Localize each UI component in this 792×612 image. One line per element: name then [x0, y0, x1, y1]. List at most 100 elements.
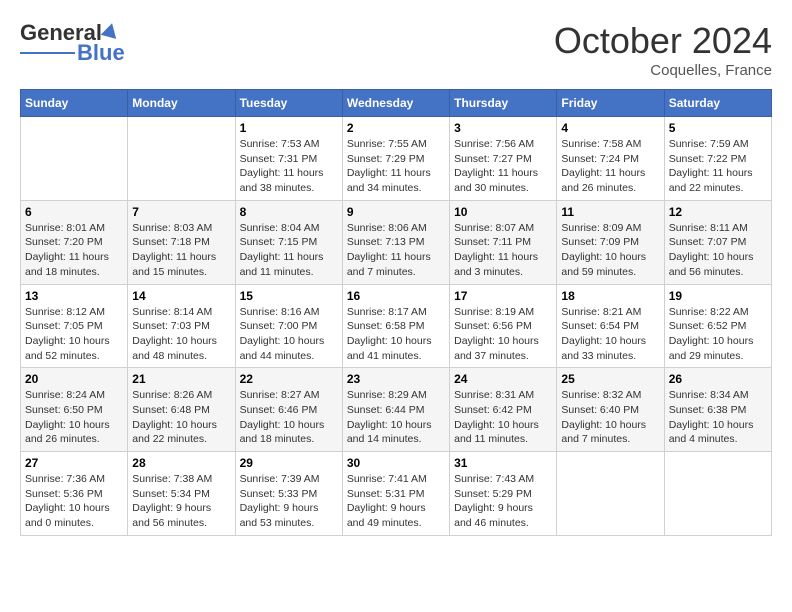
calendar-cell: 12Sunrise: 8:11 AMSunset: 7:07 PMDayligh… — [664, 200, 771, 284]
day-number: 8 — [240, 205, 338, 219]
day-info: Sunrise: 7:59 AMSunset: 7:22 PMDaylight:… — [669, 137, 767, 196]
calendar-cell: 11 Sunrise: 8:09 AMSunset: 7:09 PMDayligh… — [557, 200, 664, 284]
calendar-week-3: 13Sunrise: 8:12 AMSunset: 7:05 PMDayligh… — [21, 284, 772, 368]
calendar-cell: 9Sunrise: 8:06 AMSunset: 7:13 PMDaylight… — [342, 200, 449, 284]
day-number: 19 — [669, 289, 767, 303]
calendar-cell: 27 Sunrise: 7:36 AMSunset: 5:36 PMDayligh… — [21, 452, 128, 536]
day-number: 5 — [669, 121, 767, 135]
calendar-cell: 22 Sunrise: 8:27 AMSunset: 6:46 PMDayligh… — [235, 368, 342, 452]
day-number: 11 — [561, 205, 659, 219]
calendar-header-row: Sunday Monday Tuesday Wednesday Thursday… — [21, 90, 772, 117]
col-thursday: Thursday — [450, 90, 557, 117]
day-number: 30 — [347, 456, 445, 470]
day-number: 2 — [347, 121, 445, 135]
calendar-cell: 23 Sunrise: 8:29 AMSunset: 6:44 PMDayligh… — [342, 368, 449, 452]
day-number: 21 — [132, 372, 230, 386]
day-number: 1 — [240, 121, 338, 135]
calendar-cell — [128, 117, 235, 201]
col-saturday: Saturday — [664, 90, 771, 117]
day-number: 18 — [561, 289, 659, 303]
day-info: Sunrise: 7:58 AMSunset: 7:24 PMDaylight:… — [561, 137, 659, 196]
day-info: Sunrise: 7:53 AMSunset: 7:31 PMDaylight:… — [240, 137, 338, 196]
col-sunday: Sunday — [21, 90, 128, 117]
day-number: 23 — [347, 372, 445, 386]
day-number: 6 — [25, 205, 123, 219]
day-info: Sunrise: 8:19 AMSunset: 6:56 PMDaylight:… — [454, 305, 552, 364]
calendar-cell — [21, 117, 128, 201]
day-number: 14 — [132, 289, 230, 303]
col-friday: Friday — [557, 90, 664, 117]
day-info: Sunrise: 8:03 AMSunset: 7:18 PMDaylight:… — [132, 221, 230, 280]
calendar-cell: 20Sunrise: 8:24 AMSunset: 6:50 PMDayligh… — [21, 368, 128, 452]
day-info: Sunrise: 7:41 AMSunset: 5:31 PMDaylight:… — [347, 472, 445, 531]
day-info: Sunrise: 8:34 AMSunset: 6:38 PMDaylight:… — [669, 388, 767, 447]
day-number: 25 — [561, 372, 659, 386]
calendar-cell: 26Sunrise: 8:34 AMSunset: 6:38 PMDayligh… — [664, 368, 771, 452]
day-info: Sunrise: 8:07 AMSunset: 7:11 PMDaylight:… — [454, 221, 552, 280]
calendar-cell: 16 Sunrise: 8:17 AMSunset: 6:58 PMDayligh… — [342, 284, 449, 368]
calendar-cell: 24 Sunrise: 8:31 AMSunset: 6:42 PMDayligh… — [450, 368, 557, 452]
calendar-cell: 3Sunrise: 7:56 AMSunset: 7:27 PMDaylight… — [450, 117, 557, 201]
day-info: Sunrise: 7:38 AMSunset: 5:34 PMDaylight:… — [132, 472, 230, 531]
calendar-cell: 28Sunrise: 7:38 AMSunset: 5:34 PMDayligh… — [128, 452, 235, 536]
day-info: Sunrise: 7:56 AMSunset: 7:27 PMDaylight:… — [454, 137, 552, 196]
day-number: 22 — [240, 372, 338, 386]
day-info: Sunrise: 8:09 AMSunset: 7:09 PMDaylight:… — [561, 221, 659, 280]
day-info: Sunrise: 8:29 AMSunset: 6:44 PMDaylight:… — [347, 388, 445, 447]
day-info: Sunrise: 7:39 AMSunset: 5:33 PMDaylight:… — [240, 472, 338, 531]
calendar-cell: 14 Sunrise: 8:14 AMSunset: 7:03 PMDayligh… — [128, 284, 235, 368]
calendar-cell: 21 Sunrise: 8:26 AMSunset: 6:48 PMDayligh… — [128, 368, 235, 452]
calendar-table: Sunday Monday Tuesday Wednesday Thursday… — [20, 89, 772, 536]
calendar-cell: 30 Sunrise: 7:41 AMSunset: 5:31 PMDayligh… — [342, 452, 449, 536]
day-number: 12 — [669, 205, 767, 219]
day-number: 27 — [25, 456, 123, 470]
calendar-cell: 4 Sunrise: 7:58 AMSunset: 7:24 PMDaylight… — [557, 117, 664, 201]
day-info: Sunrise: 8:26 AMSunset: 6:48 PMDaylight:… — [132, 388, 230, 447]
calendar-cell: 2 Sunrise: 7:55 AMSunset: 7:29 PMDaylight… — [342, 117, 449, 201]
day-number: 24 — [454, 372, 552, 386]
day-info: Sunrise: 7:36 AMSunset: 5:36 PMDaylight:… — [25, 472, 123, 531]
day-number: 17 — [454, 289, 552, 303]
day-info: Sunrise: 8:01 AMSunset: 7:20 PMDaylight:… — [25, 221, 123, 280]
page-header: General Blue October 2024 Coquelles, Fra… — [20, 20, 772, 79]
day-info: Sunrise: 8:22 AMSunset: 6:52 PMDaylight:… — [669, 305, 767, 364]
calendar-cell: 13Sunrise: 8:12 AMSunset: 7:05 PMDayligh… — [21, 284, 128, 368]
calendar-cell: 1 Sunrise: 7:53 AMSunset: 7:31 PMDaylight… — [235, 117, 342, 201]
day-info: Sunrise: 8:17 AMSunset: 6:58 PMDaylight:… — [347, 305, 445, 364]
logo-blue-text: Blue — [77, 40, 125, 66]
day-number: 4 — [561, 121, 659, 135]
title-block: October 2024 Coquelles, France — [554, 20, 772, 79]
calendar-cell: 15Sunrise: 8:16 AMSunset: 7:00 PMDayligh… — [235, 284, 342, 368]
day-info: Sunrise: 7:55 AMSunset: 7:29 PMDaylight:… — [347, 137, 445, 196]
calendar-cell: 25Sunrise: 8:32 AMSunset: 6:40 PMDayligh… — [557, 368, 664, 452]
calendar-cell: 7Sunrise: 8:03 AMSunset: 7:18 PMDaylight… — [128, 200, 235, 284]
day-number: 20 — [25, 372, 123, 386]
calendar-cell: 10Sunrise: 8:07 AMSunset: 7:11 PMDayligh… — [450, 200, 557, 284]
col-monday: Monday — [128, 90, 235, 117]
calendar-week-4: 20Sunrise: 8:24 AMSunset: 6:50 PMDayligh… — [21, 368, 772, 452]
day-number: 29 — [240, 456, 338, 470]
day-info: Sunrise: 8:31 AMSunset: 6:42 PMDaylight:… — [454, 388, 552, 447]
calendar-cell — [664, 452, 771, 536]
day-number: 31 — [454, 456, 552, 470]
logo: General Blue — [20, 20, 125, 66]
calendar-cell: 5 Sunrise: 7:59 AMSunset: 7:22 PMDaylight… — [664, 117, 771, 201]
col-wednesday: Wednesday — [342, 90, 449, 117]
calendar-cell: 19 Sunrise: 8:22 AMSunset: 6:52 PMDayligh… — [664, 284, 771, 368]
day-info: Sunrise: 8:27 AMSunset: 6:46 PMDaylight:… — [240, 388, 338, 447]
day-info: Sunrise: 8:16 AMSunset: 7:00 PMDaylight:… — [240, 305, 338, 364]
day-number: 9 — [347, 205, 445, 219]
calendar-cell — [557, 452, 664, 536]
day-info: Sunrise: 7:43 AMSunset: 5:29 PMDaylight:… — [454, 472, 552, 531]
day-info: Sunrise: 8:14 AMSunset: 7:03 PMDaylight:… — [132, 305, 230, 364]
day-info: Sunrise: 8:21 AMSunset: 6:54 PMDaylight:… — [561, 305, 659, 364]
col-tuesday: Tuesday — [235, 90, 342, 117]
month-title: October 2024 — [554, 20, 772, 62]
calendar-cell: 6 Sunrise: 8:01 AMSunset: 7:20 PMDaylight… — [21, 200, 128, 284]
calendar-cell: 31 Sunrise: 7:43 AMSunset: 5:29 PMDayligh… — [450, 452, 557, 536]
day-number: 13 — [25, 289, 123, 303]
day-number: 16 — [347, 289, 445, 303]
location-title: Coquelles, France — [554, 62, 772, 79]
calendar-cell: 8Sunrise: 8:04 AMSunset: 7:15 PMDaylight… — [235, 200, 342, 284]
calendar-cell: 17 Sunrise: 8:19 AMSunset: 6:56 PMDayligh… — [450, 284, 557, 368]
